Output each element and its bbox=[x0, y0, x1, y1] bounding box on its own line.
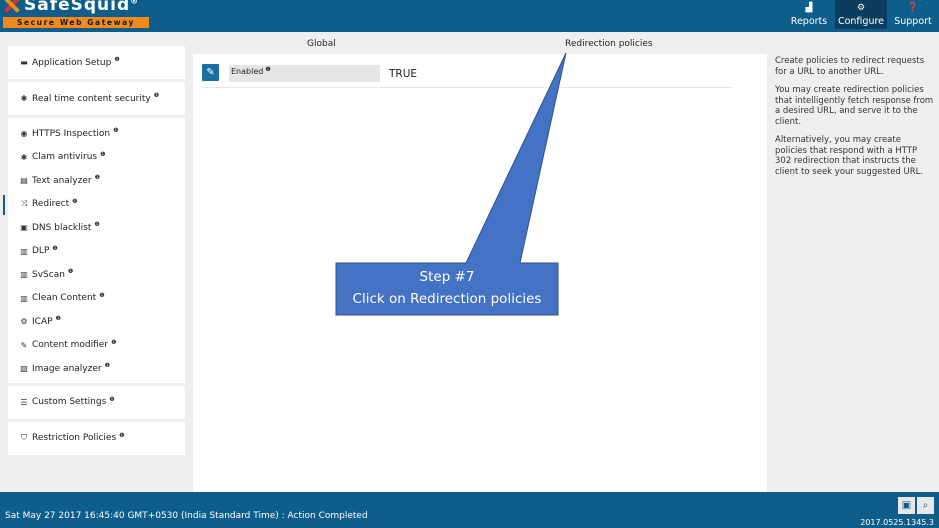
info-icon[interactable]: ❶ bbox=[113, 127, 118, 134]
asterisk-icon: ✱ bbox=[20, 152, 28, 162]
help-paragraph: Alternatively, you may create policies t… bbox=[775, 135, 924, 177]
sidebar-group-restriction: ⛉ Restriction Policies ❶ bbox=[8, 421, 185, 455]
version-label: 2017.0525.1345.3 bbox=[860, 518, 934, 527]
tab-redirection-policies[interactable]: Redirection policies bbox=[565, 39, 653, 49]
setting-row-enabled: ✎ Enabled ❶ TRUE bbox=[202, 64, 732, 88]
nav-configure[interactable]: ⚙ Configure bbox=[835, 0, 887, 29]
edit-button[interactable]: ✎ bbox=[202, 64, 219, 81]
info-icon[interactable]: ❶ bbox=[95, 174, 100, 181]
info-icon[interactable]: ❶ bbox=[109, 396, 114, 403]
info-icon[interactable]: ❶ bbox=[111, 339, 116, 346]
info-icon[interactable]: ❶ bbox=[94, 221, 99, 228]
sidebar-item-custom-settings[interactable]: ☰ Custom Settings ❶ bbox=[8, 386, 185, 419]
save-icon: ▣ bbox=[901, 500, 912, 511]
barcode-icon: ▥ bbox=[20, 293, 28, 303]
callout-instruction: Click on Redirection policies bbox=[352, 291, 542, 307]
shuffle-icon: ⤨ bbox=[20, 199, 28, 209]
document-icon: ▤ bbox=[20, 176, 28, 186]
callout-step: Step #7 bbox=[419, 269, 475, 285]
image-icon: ▧ bbox=[20, 364, 28, 374]
info-icon[interactable]: ❶ bbox=[56, 315, 61, 322]
sidebar-item-redirect[interactable]: ⤨ Redirect ❶ bbox=[3, 193, 185, 217]
info-icon[interactable]: ❶ bbox=[68, 268, 73, 275]
search-button[interactable]: ⌕ bbox=[917, 497, 934, 514]
info-icon[interactable]: ❶ bbox=[265, 66, 270, 73]
info-icon[interactable]: ❶ bbox=[72, 198, 77, 205]
spider-icon: ✱ bbox=[20, 94, 28, 103]
logo-name: SafeSquid bbox=[24, 0, 131, 15]
info-icon[interactable]: ❶ bbox=[52, 245, 57, 252]
dns-icon: ▣ bbox=[20, 223, 28, 233]
edit-icon: ✎ bbox=[206, 67, 215, 78]
briefcase-icon: ▬ bbox=[20, 58, 28, 67]
status-text: Sat May 27 2017 16:45:40 GMT+0530 (India… bbox=[5, 511, 368, 521]
nav-support[interactable]: ❓ Support bbox=[887, 0, 939, 29]
step-callout: Step #7 Click on Redirection policies bbox=[336, 263, 558, 315]
logo-mark-icon bbox=[3, 0, 21, 14]
info-icon[interactable]: ❶ bbox=[105, 362, 110, 369]
status-footer: Sat May 27 2017 16:45:40 GMT+0530 (India… bbox=[0, 492, 939, 528]
tab-global[interactable]: Global bbox=[307, 39, 336, 49]
sidebar-item-text-analyzer[interactable]: ▤ Text analyzer ❶ bbox=[8, 169, 185, 193]
edit-icon: ✎ bbox=[20, 340, 28, 350]
sidebar: ▬ Application Setup ❶ ✱ Real time conten… bbox=[3, 46, 185, 458]
info-icon[interactable]: ❶ bbox=[114, 56, 119, 63]
sidebar-item-clam-antivirus[interactable]: ✱ Clam antivirus ❶ bbox=[8, 146, 185, 170]
cogs-icon: ⚙ bbox=[856, 3, 866, 13]
shield-icon: ⛉ bbox=[21, 433, 27, 442]
save-button[interactable]: ▣ bbox=[898, 497, 915, 514]
search-icon: ⌕ bbox=[922, 500, 929, 511]
sidebar-item-https-inspection[interactable]: ◉ HTTPS Inspection ❶ bbox=[8, 122, 185, 146]
sidebar-item-image-analyzer[interactable]: ▧ Image analyzer ❶ bbox=[8, 357, 185, 381]
sidebar-item-clean-content[interactable]: ▥ Clean Content ❶ bbox=[8, 287, 185, 311]
sidebar-item-dlp[interactable]: ▥ DLP ❶ bbox=[8, 240, 185, 264]
footer-buttons: ▣ ⌕ bbox=[898, 497, 934, 514]
question-icon: ❓ bbox=[907, 3, 919, 13]
help-paragraph: Create policies to redirect requests for… bbox=[775, 56, 925, 77]
sidebar-group-custom: ☰ Custom Settings ❶ bbox=[8, 385, 185, 419]
info-icon[interactable]: ❶ bbox=[154, 92, 159, 99]
help-paragraph: You may create redirection policies that… bbox=[775, 85, 934, 127]
tab-bar: Global Redirection policies bbox=[193, 32, 767, 54]
help-panel: Create policies to redirect requests for… bbox=[775, 56, 935, 185]
main-content: Global Redirection policies ✎ Enabled ❶ T… bbox=[193, 32, 767, 492]
sidebar-item-real-time-content-security[interactable]: ✱ Real time content security ❶ bbox=[8, 82, 185, 115]
sidebar-item-dns-blacklist[interactable]: ▣ DNS blacklist ❶ bbox=[8, 216, 185, 240]
field-value-enabled: TRUE bbox=[389, 68, 418, 80]
gear-icon: ⚙ bbox=[20, 317, 28, 327]
sidebar-item-svscan[interactable]: ▥ SvScan ❶ bbox=[8, 263, 185, 287]
top-header: SafeSquid® Secure Web Gateway ▟ Reports … bbox=[0, 0, 939, 32]
sidebar-group-realtime: ✱ Real time content security ❶ bbox=[8, 82, 185, 115]
sidebar-group-application: ▬ Application Setup ❶ bbox=[8, 46, 185, 79]
sidebar-item-restriction-policies[interactable]: ⛉ Restriction Policies ❶ bbox=[8, 422, 185, 455]
barcode-icon: ▥ bbox=[20, 246, 28, 256]
top-navigation: ▟ Reports ⚙ Configure ❓ Support bbox=[783, 0, 939, 32]
safesquid-logo[interactable]: SafeSquid® Secure Web Gateway bbox=[3, 0, 151, 30]
sidebar-item-application-setup[interactable]: ▬ Application Setup ❶ bbox=[8, 46, 185, 79]
info-icon[interactable]: ❶ bbox=[119, 432, 124, 439]
info-icon[interactable]: ❶ bbox=[99, 292, 104, 299]
info-icon[interactable]: ❶ bbox=[100, 151, 105, 158]
sidebar-group-modules: ◉ HTTPS Inspection ❶ ✱ Clam antivirus ❶ … bbox=[3, 118, 185, 383]
nav-reports[interactable]: ▟ Reports bbox=[783, 0, 835, 29]
barcode-icon: ▥ bbox=[20, 270, 28, 280]
logo-tagline: Secure Web Gateway bbox=[3, 17, 149, 28]
eye-icon: ◉ bbox=[20, 129, 28, 139]
sliders-icon: ☰ bbox=[20, 397, 28, 407]
bar-chart-icon: ▟ bbox=[805, 3, 813, 13]
sidebar-item-content-modifier[interactable]: ✎ Content modifier ❶ bbox=[8, 334, 185, 358]
sidebar-item-icap[interactable]: ⚙ ICAP ❶ bbox=[8, 310, 185, 334]
field-label-enabled: Enabled ❶ bbox=[229, 65, 380, 82]
